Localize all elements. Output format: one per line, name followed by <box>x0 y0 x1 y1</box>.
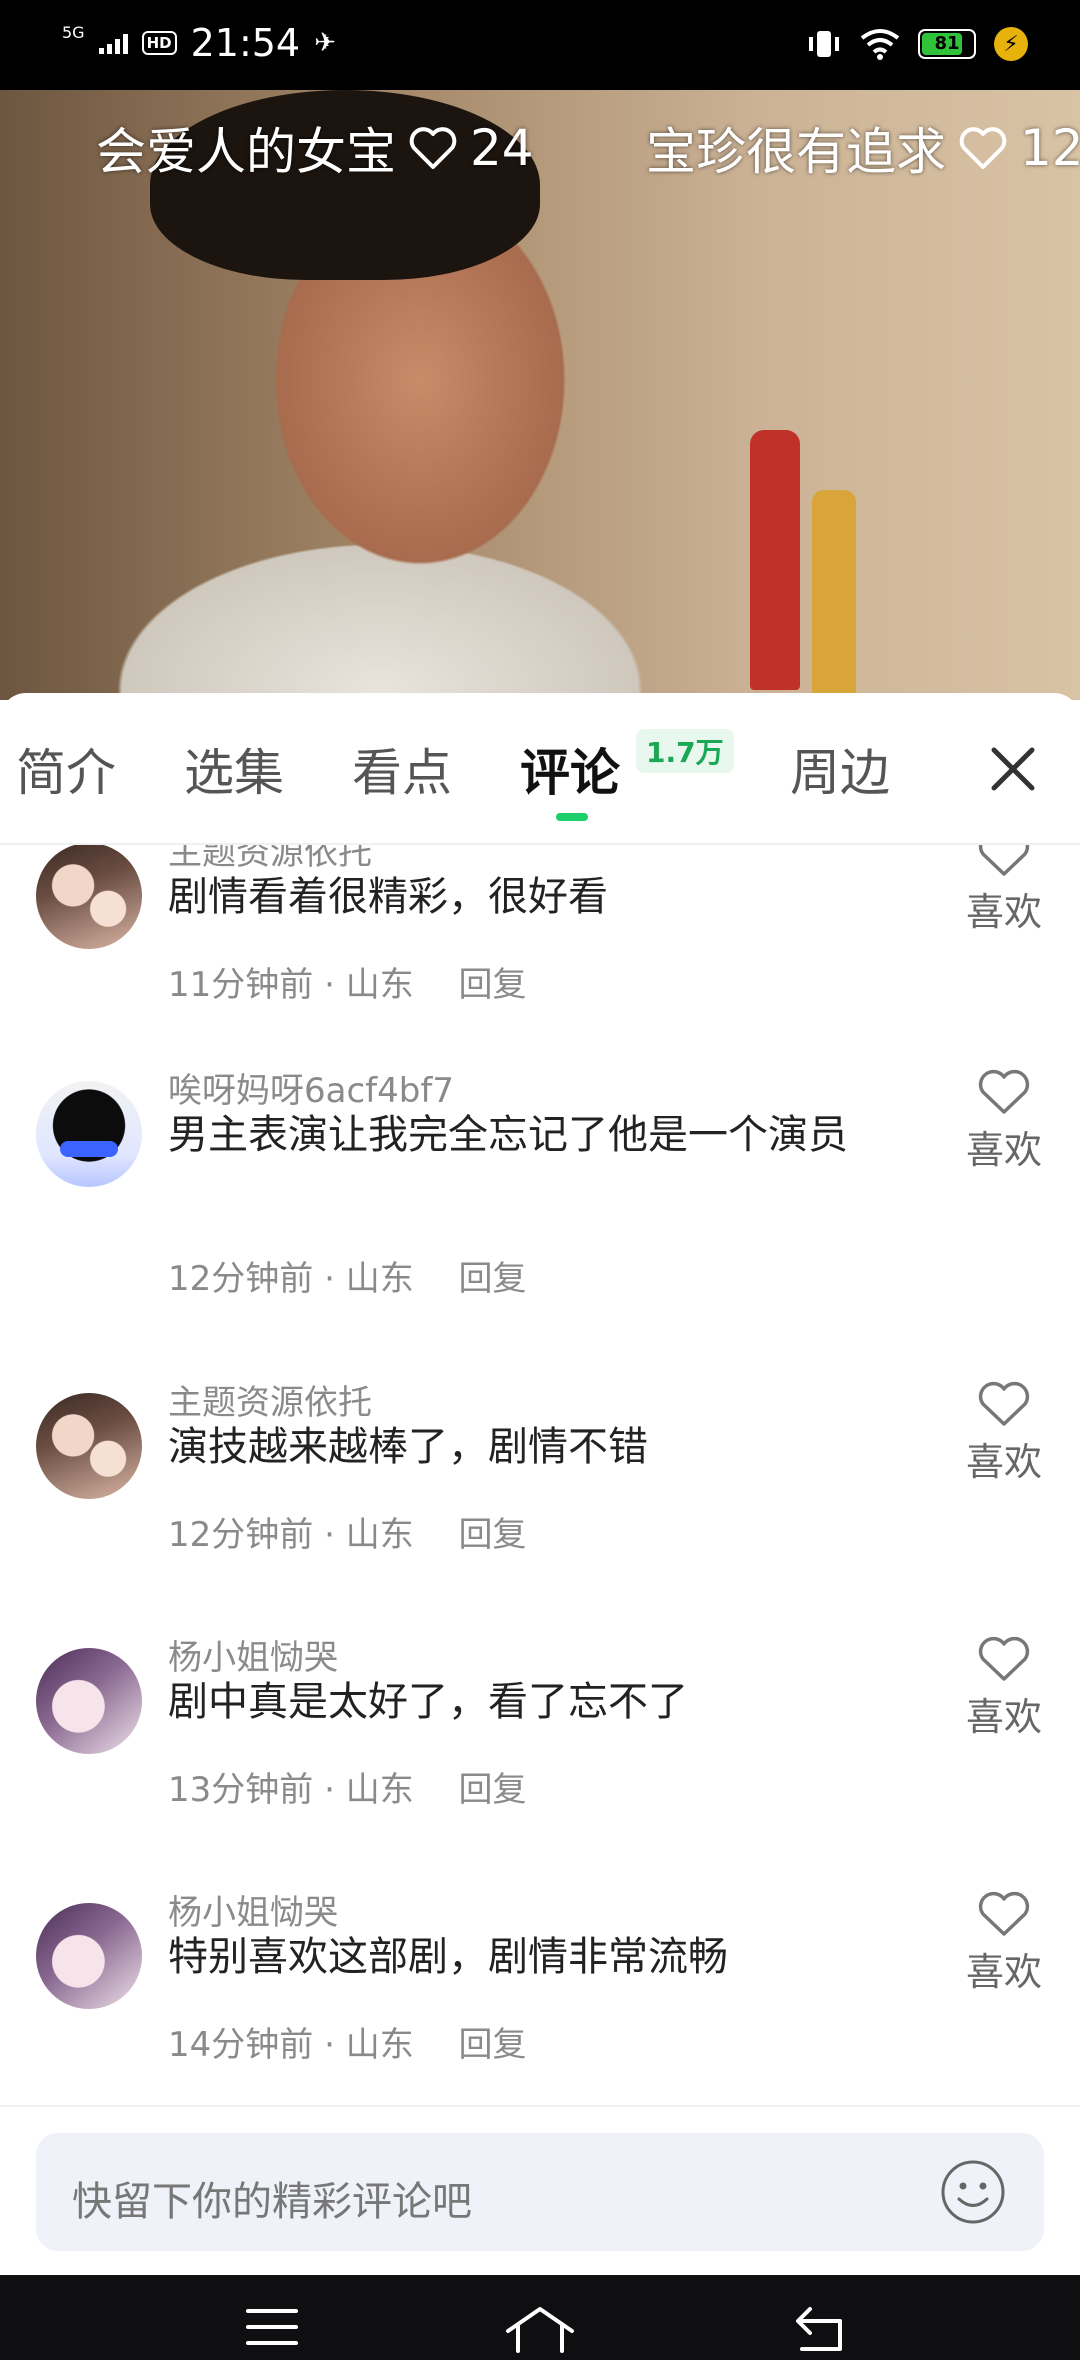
heart-icon <box>978 1636 1030 1681</box>
comment-location: 山东 <box>345 2025 414 2065</box>
status-bar: 5G HD 21:54 ✈ 81 ⚡ <box>0 0 1080 90</box>
comment-meta: 13分钟前 · 山东 回复 <box>168 1770 527 1810</box>
video-player[interactable]: 会爱人的女宝 24 宝珍很有追求 12 <box>0 90 1080 700</box>
danmaku-text: 宝珍很有追求 <box>646 123 946 181</box>
home-icon[interactable] <box>502 2305 578 2353</box>
comment-meta: 12分钟前 · 山东 回复 <box>168 1515 527 1555</box>
like-label: 喜欢 <box>965 1440 1042 1484</box>
comment-username[interactable]: 唉呀妈呀6acf4bf7 <box>168 1063 454 1112</box>
comment-text: 剧中真是太好了，看了忘不了 <box>168 1679 688 1725</box>
comment-text: 演技越来越棒了，剧情不错 <box>168 1424 648 1470</box>
menu-icon[interactable] <box>244 2305 300 2349</box>
comment-time: 13分钟前 <box>168 1770 314 1810</box>
heart-icon <box>978 1381 1030 1426</box>
like-button[interactable]: 喜欢 <box>962 845 1046 936</box>
battery-level: 81 <box>934 33 960 54</box>
like-button[interactable]: 喜欢 <box>962 1889 1046 1996</box>
system-nav-bar <box>0 2275 1080 2360</box>
comment-time: 12分钟前 <box>168 1259 314 1299</box>
comment-location: 山东 <box>345 965 414 1005</box>
reply-button[interactable]: 回复 <box>459 1770 527 1810</box>
tab-episodes[interactable]: 选集 <box>184 733 284 805</box>
danmaku-item[interactable]: 宝珍很有追求 12 <box>646 112 1080 184</box>
close-icon[interactable] <box>986 742 1040 796</box>
comment-time: 12分钟前 <box>168 1515 314 1555</box>
avatar[interactable] <box>36 1393 142 1499</box>
comment-text: 男主表演让我完全忘记了他是一个演员 <box>168 1112 848 1158</box>
heart-icon <box>409 127 457 169</box>
comment-meta: 14分钟前 · 山东 回复 <box>168 2025 527 2065</box>
comment-time: 14分钟前 <box>168 2025 314 2065</box>
signal-icon <box>98 32 128 54</box>
status-time: 21:54 <box>190 21 301 65</box>
comment-location: 山东 <box>345 1259 414 1299</box>
vibrate-icon <box>809 31 839 57</box>
heart-icon <box>978 1069 1030 1114</box>
reply-button[interactable]: 回复 <box>459 1259 527 1299</box>
reply-button[interactable]: 回复 <box>459 2025 527 2065</box>
danmaku-item[interactable]: 会爱人的女宝 24 <box>96 112 534 184</box>
comment-location: 山东 <box>345 1770 414 1810</box>
heart-icon <box>978 845 1030 876</box>
notification-icon: ✈ <box>314 28 336 58</box>
like-button[interactable]: 喜欢 <box>962 1634 1046 1741</box>
comment-username[interactable]: 杨小姐恸哭 <box>168 1885 338 1934</box>
like-label: 喜欢 <box>965 1950 1042 1994</box>
tab-highlights[interactable]: 看点 <box>352 733 452 805</box>
like-button[interactable]: 喜欢 <box>962 1379 1046 1486</box>
wifi-icon <box>860 29 900 60</box>
battery-icon: 81 <box>918 29 976 59</box>
comment-meta: 12分钟前 · 山东 回复 <box>168 1259 527 1299</box>
comment-count-badge: 1.7万 <box>636 729 734 773</box>
heart-icon <box>978 1891 1030 1936</box>
video-frame-bottle <box>750 430 800 690</box>
like-label: 喜欢 <box>965 1695 1042 1739</box>
smiley-icon[interactable] <box>940 2159 1006 2225</box>
back-icon[interactable] <box>790 2305 850 2353</box>
tab-merch[interactable]: 周边 <box>790 733 890 805</box>
danmaku-text: 会爱人的女宝 <box>96 123 396 181</box>
avatar[interactable] <box>36 845 142 949</box>
like-label: 喜欢 <box>965 890 1042 934</box>
comment-text: 剧情看着很精彩，很好看 <box>168 874 608 920</box>
comment-input[interactable]: 快留下你的精彩评论吧 <box>36 2133 1044 2251</box>
hd-icon: HD <box>141 31 177 55</box>
comment-text: 特别喜欢这部剧，剧情非常流畅 <box>168 1934 728 1980</box>
avatar[interactable] <box>36 1648 142 1754</box>
comment-username[interactable]: 杨小姐恸哭 <box>168 1630 338 1679</box>
comment-location: 山东 <box>345 1515 414 1555</box>
comment-input-bar: 快留下你的精彩评论吧 <box>0 2105 1080 2277</box>
comment-list[interactable]: 主题资源依托 剧情看着很精彩，很好看 11分钟前 · 山东 回复 喜欢 唉呀妈呀… <box>0 845 1080 2105</box>
danmaku-likes: 24 <box>470 119 534 177</box>
avatar[interactable] <box>36 1081 142 1187</box>
comment-meta: 11分钟前 · 山东 回复 <box>168 965 527 1005</box>
charging-icon: ⚡ <box>994 27 1028 61</box>
tab-bar: 简介 选集 看点 评论 1.7万 周边 <box>0 693 1080 843</box>
active-tab-indicator <box>556 813 588 821</box>
avatar[interactable] <box>36 1903 142 2009</box>
comment-time: 11分钟前 <box>168 965 314 1005</box>
heart-icon <box>959 127 1007 169</box>
video-frame-bottle <box>812 490 856 700</box>
tab-intro[interactable]: 简介 <box>16 733 116 805</box>
like-button[interactable]: 喜欢 <box>962 1067 1046 1174</box>
network-type: 5G <box>62 23 85 42</box>
danmaku-likes: 12 <box>1020 119 1080 177</box>
reply-button[interactable]: 回复 <box>459 965 527 1005</box>
comment-input-placeholder: 快留下你的精彩评论吧 <box>72 2179 472 2225</box>
comment-username[interactable]: 主题资源依托 <box>168 1375 372 1424</box>
tab-comments[interactable]: 评论 <box>520 733 620 805</box>
reply-button[interactable]: 回复 <box>459 1515 527 1555</box>
like-label: 喜欢 <box>965 1128 1042 1172</box>
